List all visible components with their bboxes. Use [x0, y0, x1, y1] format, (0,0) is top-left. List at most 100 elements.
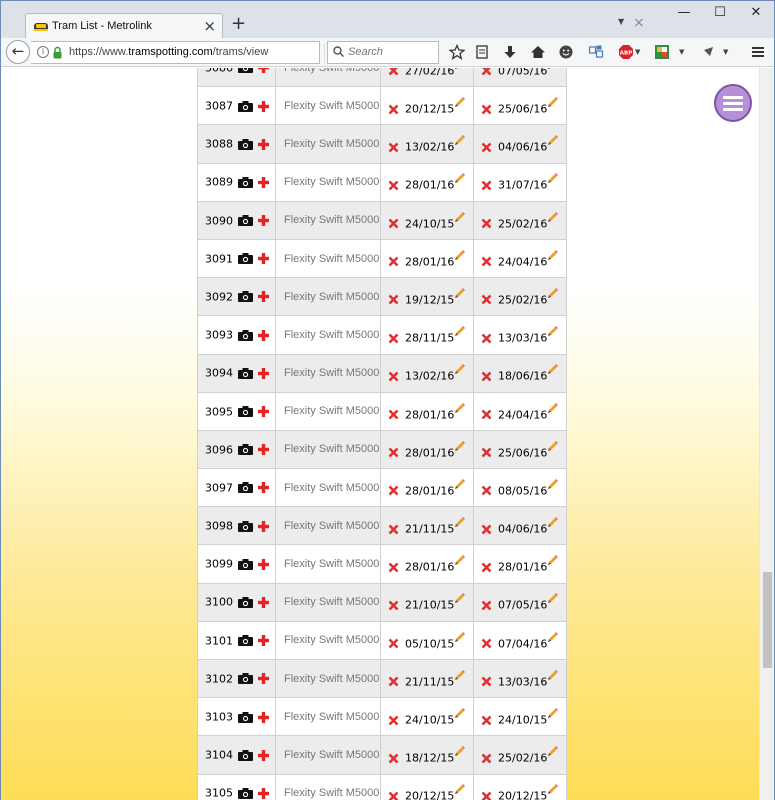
pencil-icon[interactable]: [547, 211, 559, 223]
cross-icon[interactable]: [481, 104, 492, 115]
pencil-icon[interactable]: [454, 707, 466, 719]
new-tab-icon[interactable]: +: [231, 13, 246, 34]
pencil-icon[interactable]: [454, 249, 466, 261]
add-icon[interactable]: [258, 444, 269, 456]
add-icon[interactable]: [258, 367, 269, 379]
cross-icon[interactable]: [388, 447, 399, 458]
cross-icon[interactable]: [388, 218, 399, 229]
cross-icon[interactable]: [388, 638, 399, 649]
cross-icon[interactable]: [481, 562, 492, 573]
cross-icon[interactable]: [388, 524, 399, 535]
add-icon[interactable]: [258, 291, 269, 303]
pencil-icon[interactable]: [547, 669, 559, 681]
cross-icon[interactable]: [481, 294, 492, 305]
add-icon[interactable]: [258, 711, 269, 723]
add-icon[interactable]: [258, 787, 269, 799]
pencil-icon[interactable]: [547, 172, 559, 184]
theme-dropdown-icon[interactable]: ▼: [679, 48, 684, 56]
pencil-icon[interactable]: [547, 745, 559, 757]
cross-icon[interactable]: [481, 142, 492, 153]
pencil-icon[interactable]: [454, 211, 466, 223]
camera-icon[interactable]: [238, 749, 253, 761]
pencil-icon[interactable]: [454, 592, 466, 604]
cross-icon[interactable]: [388, 715, 399, 726]
cross-icon[interactable]: [481, 256, 492, 267]
pencil-icon[interactable]: [547, 592, 559, 604]
search-input[interactable]: [348, 46, 436, 58]
cross-icon[interactable]: [481, 715, 492, 726]
cross-icon[interactable]: [481, 371, 492, 382]
camera-icon[interactable]: [238, 711, 253, 723]
adblock-dropdown-icon[interactable]: ▼: [635, 48, 640, 56]
add-icon[interactable]: [258, 673, 269, 685]
pencil-icon[interactable]: [454, 669, 466, 681]
pencil-icon[interactable]: [547, 516, 559, 528]
cross-icon[interactable]: [481, 68, 492, 76]
cross-icon[interactable]: [481, 524, 492, 535]
camera-icon[interactable]: [238, 558, 253, 570]
reading-list-icon[interactable]: [474, 44, 490, 60]
window-close-icon[interactable]: ✕: [743, 5, 769, 23]
pencil-icon[interactable]: [454, 172, 466, 184]
cross-icon[interactable]: [481, 638, 492, 649]
tab-close-icon[interactable]: ×: [203, 17, 216, 35]
pencil-icon[interactable]: [547, 440, 559, 452]
list-tabs-icon[interactable]: ▼: [618, 17, 624, 26]
pencil-icon[interactable]: [454, 516, 466, 528]
add-icon[interactable]: [258, 635, 269, 647]
add-icon[interactable]: [258, 176, 269, 188]
cross-icon[interactable]: [481, 447, 492, 458]
cross-icon[interactable]: [388, 600, 399, 611]
maximize-icon[interactable]: ☐: [707, 5, 733, 23]
url-bar[interactable]: i https://www.tramspotting.com/trams/vie…: [31, 41, 342, 64]
cross-icon[interactable]: [388, 294, 399, 305]
back-arrow-icon[interactable]: ←: [6, 40, 30, 64]
site-menu-button[interactable]: [714, 84, 752, 122]
pencil-icon[interactable]: [454, 68, 466, 70]
camera-icon[interactable]: [238, 673, 253, 685]
camera-icon[interactable]: [238, 291, 253, 303]
cross-icon[interactable]: [388, 562, 399, 573]
pencil-icon[interactable]: [454, 783, 466, 795]
cross-icon[interactable]: [388, 142, 399, 153]
add-icon[interactable]: [258, 482, 269, 494]
theme-icon[interactable]: [654, 44, 670, 60]
add-icon[interactable]: [258, 520, 269, 532]
pencil-icon[interactable]: [454, 554, 466, 566]
cross-icon[interactable]: [388, 180, 399, 191]
pencil-icon[interactable]: [547, 478, 559, 490]
camera-icon[interactable]: [238, 367, 253, 379]
camera-icon[interactable]: [238, 520, 253, 532]
camera-icon[interactable]: [238, 406, 253, 418]
url-text[interactable]: https://www.tramspotting.com/trams/view: [69, 46, 275, 58]
cross-icon[interactable]: [481, 333, 492, 344]
pencil-icon[interactable]: [454, 134, 466, 146]
pencil-icon[interactable]: [547, 249, 559, 261]
home-icon[interactable]: [530, 44, 546, 60]
add-icon[interactable]: [258, 558, 269, 570]
camera-icon[interactable]: [238, 100, 253, 112]
pencil-icon[interactable]: [547, 707, 559, 719]
pencil-icon[interactable]: [547, 554, 559, 566]
add-icon[interactable]: [258, 138, 269, 150]
smiley-icon[interactable]: [558, 44, 574, 60]
adblock-icon[interactable]: ABP: [618, 44, 634, 60]
pencil-icon[interactable]: [547, 96, 559, 108]
add-icon[interactable]: [258, 215, 269, 227]
pencil-icon[interactable]: [454, 440, 466, 452]
cross-icon[interactable]: [388, 753, 399, 764]
cross-icon[interactable]: [388, 68, 399, 76]
cross-icon[interactable]: [388, 485, 399, 496]
cross-icon[interactable]: [388, 333, 399, 344]
pencil-icon[interactable]: [454, 402, 466, 414]
pencil-icon[interactable]: [454, 478, 466, 490]
pencil-icon[interactable]: [454, 287, 466, 299]
extension-icon[interactable]: [588, 44, 604, 60]
camera-icon[interactable]: [238, 253, 253, 265]
cross-icon[interactable]: [388, 104, 399, 115]
camera-icon[interactable]: [238, 482, 253, 494]
tab-tram-list[interactable]: Tram List - Metrolink ×: [25, 13, 223, 40]
info-icon[interactable]: i: [37, 46, 49, 58]
add-icon[interactable]: [258, 253, 269, 265]
camera-icon[interactable]: [238, 215, 253, 227]
